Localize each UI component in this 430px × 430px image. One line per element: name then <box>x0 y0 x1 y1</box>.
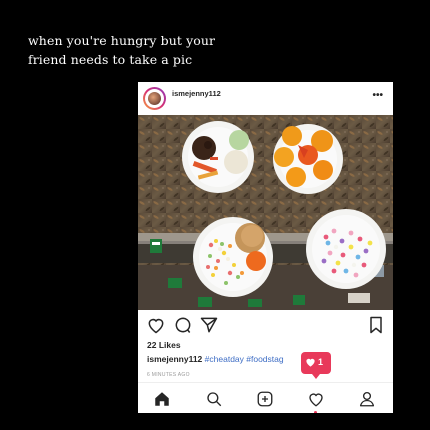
bookmark-icon[interactable] <box>366 315 386 335</box>
profile-icon[interactable] <box>358 390 376 408</box>
post-header: ismejenny112 ••• <box>138 82 393 115</box>
likes-count[interactable]: 22 Likes <box>147 340 181 350</box>
more-options-icon[interactable]: ••• <box>372 90 383 101</box>
post-caption: ismejenny112 #cheatday #foodstag <box>147 354 284 364</box>
activity-indicator-dot <box>314 411 317 413</box>
search-icon[interactable] <box>205 390 223 408</box>
caption-hashtags[interactable]: #cheatday #foodstag <box>205 354 284 364</box>
caption-line-2: friend needs to take a pic <box>28 52 193 67</box>
post-actions <box>138 312 393 338</box>
post-username[interactable]: ismejenny112 <box>172 89 221 98</box>
post-photo[interactable] <box>138 115 393 310</box>
heart-icon[interactable] <box>146 315 166 335</box>
share-icon[interactable] <box>199 315 219 335</box>
activity-heart-icon[interactable] <box>307 390 325 408</box>
notification-heart-icon <box>306 358 315 367</box>
comment-icon[interactable] <box>173 315 193 335</box>
plate-bottom-left <box>193 217 273 297</box>
post-timestamp: 6 MINUTES AGO <box>147 372 190 378</box>
caption-username[interactable]: ismejenny112 <box>147 354 202 364</box>
avatar[interactable] <box>143 87 166 110</box>
plate-top-right <box>273 124 343 194</box>
plate-bottom-right <box>306 209 386 289</box>
like-notification-badge[interactable]: 1 <box>301 352 331 379</box>
plate-top-left <box>182 121 254 193</box>
meme-caption: when you're hungry but your friend needs… <box>28 31 288 69</box>
caption-line-1: when you're hungry but your <box>28 33 216 48</box>
add-post-icon[interactable] <box>256 390 274 408</box>
bottom-nav-bar <box>138 382 393 413</box>
notification-count: 1 <box>318 357 324 367</box>
instagram-post-card: ismejenny112 ••• 22 Likes ismejenny112 #… <box>138 82 393 413</box>
home-icon[interactable] <box>153 390 171 408</box>
avatar-photo <box>148 92 161 105</box>
